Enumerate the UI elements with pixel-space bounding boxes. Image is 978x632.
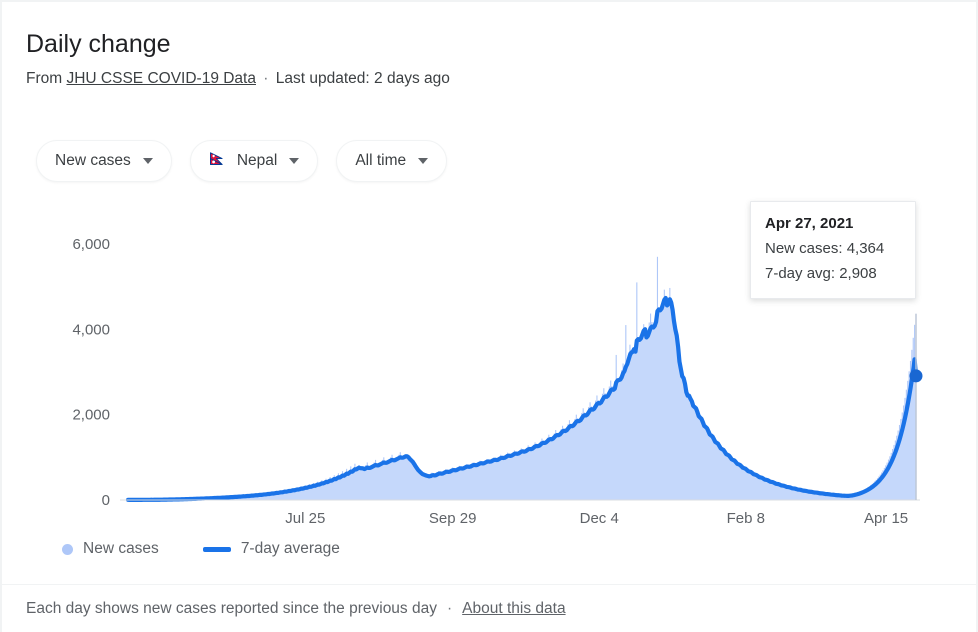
y-axis-tick-labels: 0 2,000 4,000 6,000 xyxy=(72,236,110,509)
tooltip-date: Apr 27, 2021 xyxy=(765,215,854,232)
footer-separator: · xyxy=(446,600,453,617)
x-axis-tick-label: Apr 15 xyxy=(864,510,908,526)
source-subtitle: From JHU CSSE COVID-19 Data · Last updat… xyxy=(26,68,450,90)
chevron-down-icon xyxy=(289,158,300,164)
covid-daily-change-card: Daily change From JHU CSSE COVID-19 Data… xyxy=(0,0,978,632)
subtitle-separator: · xyxy=(263,70,269,87)
y-axis-tick-label: 6,000 xyxy=(72,236,110,253)
tooltip-new-cases: New cases: 4,364 xyxy=(765,240,885,257)
x-axis-tick-label: Sep 29 xyxy=(429,510,477,526)
card-top-edge xyxy=(0,0,978,2)
metric-dropdown[interactable]: New cases xyxy=(36,140,172,182)
chevron-down-icon xyxy=(142,158,153,164)
legend-item-seven-day-average[interactable]: 7-day average xyxy=(202,540,340,558)
x-axis-tick-label: Feb 8 xyxy=(727,510,765,526)
region-dropdown-label: Nepal xyxy=(236,152,278,169)
timerange-dropdown[interactable]: All time xyxy=(336,140,448,182)
legend-line-icon xyxy=(202,546,231,552)
x-axis-tick-label: Dec 4 xyxy=(580,510,619,526)
legend-label-seven-day-average: 7-day average xyxy=(240,540,340,557)
nepal-flag-icon xyxy=(209,151,228,171)
page-title: Daily change xyxy=(26,30,171,58)
last-updated-text: Last updated: 2 days ago xyxy=(275,70,450,87)
seven-day-average-area xyxy=(128,298,916,500)
chevron-down-icon xyxy=(418,158,429,164)
footer-description: Each day shows new cases reported since … xyxy=(26,600,437,617)
source-prefix: From xyxy=(26,70,63,87)
legend-item-new-cases[interactable]: New cases xyxy=(62,540,159,558)
about-this-data-link[interactable]: About this data xyxy=(462,600,565,618)
tooltip-seven-day-avg: 7-day avg: 2,908 xyxy=(765,265,877,282)
x-axis-tick-label: Jul 25 xyxy=(285,510,325,526)
hover-marker-dot xyxy=(909,369,923,383)
filter-chip-row: New cases Nepal All time xyxy=(36,140,448,182)
y-axis-tick-label: 0 xyxy=(102,492,110,509)
y-axis-tick-label: 2,000 xyxy=(72,407,110,424)
timerange-dropdown-label: All time xyxy=(355,152,407,169)
chart-legend: New cases 7-day average xyxy=(62,540,340,558)
chart-tooltip: Apr 27, 2021 New cases: 4,364 7-day avg:… xyxy=(750,201,916,299)
metric-dropdown-label: New cases xyxy=(55,152,131,169)
legend-dot-icon xyxy=(62,543,73,555)
footer-divider xyxy=(0,584,978,585)
legend-label-new-cases: New cases xyxy=(83,540,159,557)
region-dropdown[interactable]: Nepal xyxy=(189,140,319,182)
y-axis-tick-label: 4,000 xyxy=(72,321,110,338)
x-axis-tick-labels: Jul 25 Sep 29 Dec 4 Feb 8 Apr 15 xyxy=(285,510,908,526)
source-link[interactable]: JHU CSSE COVID-19 Data xyxy=(66,70,256,87)
footer-note: Each day shows new cases reported since … xyxy=(26,600,566,618)
